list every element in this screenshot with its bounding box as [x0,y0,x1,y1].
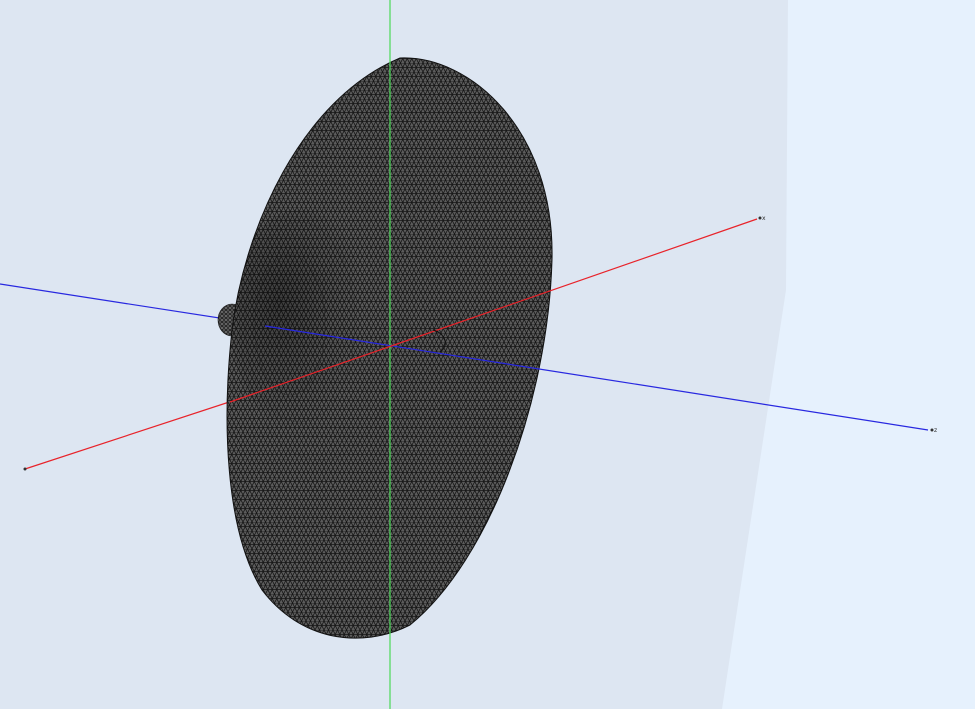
3d-viewport[interactable]: x z [0,0,975,709]
x-axis-label: x [762,215,766,222]
z-axis-end-marker: z [930,427,937,434]
scene-canvas[interactable]: x z [0,0,975,709]
x-axis-start-marker [23,467,27,471]
z-axis-label: z [934,427,937,434]
